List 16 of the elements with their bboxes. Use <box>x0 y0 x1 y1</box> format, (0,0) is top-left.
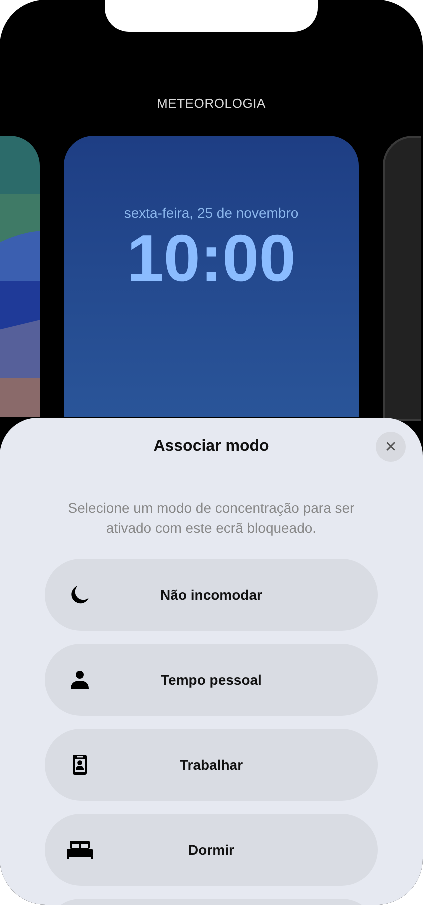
id-badge-icon <box>70 755 90 775</box>
wallpaper-title: METEOROLOGIA <box>156 96 268 111</box>
sheet-title: Associar modo <box>154 438 270 456</box>
date-text: sexta-feira, 25 de novembro <box>124 205 299 221</box>
lock-screen-preview[interactable]: sexta-feira, 25 de novembro 10:00 <box>64 136 359 417</box>
mode-button[interactable]: Dormir <box>45 814 378 886</box>
bed-icon <box>67 841 93 859</box>
close-button[interactable]: ✕ <box>376 432 406 462</box>
mode-button[interactable]: Não incomodar <box>45 559 378 631</box>
clock-text: 10:00 <box>127 225 296 291</box>
description-text: Selecione um modo de concentração para ser ativado com este ecrã bloqueado. <box>67 499 356 538</box>
mode-button[interactable]: Trabalhar <box>45 729 378 801</box>
moon-icon <box>70 585 90 605</box>
person-icon <box>70 670 90 690</box>
mode-button[interactable]: Tempo pessoal <box>45 644 378 716</box>
lock-screen-preview[interactable] <box>383 136 421 421</box>
